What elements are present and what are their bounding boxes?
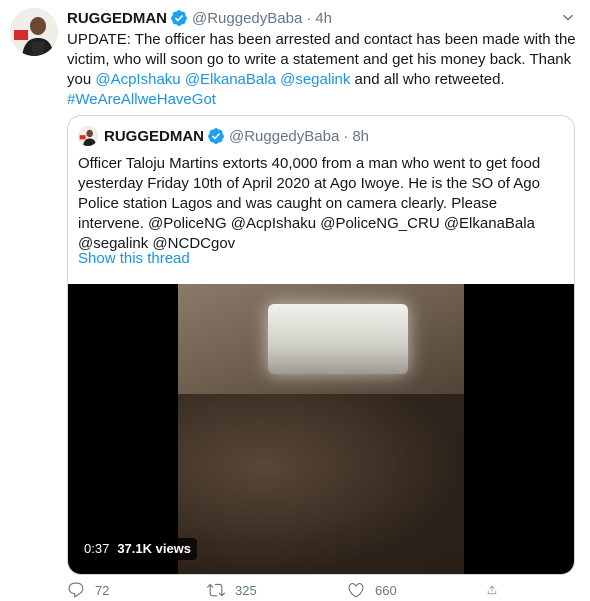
video-stats-badge: 0:37 37.1K views [78,538,198,560]
verified-badge-icon [170,9,188,27]
separator: · [306,9,312,27]
retweet-icon [207,583,225,597]
reply-icon [68,582,84,598]
tweet[interactable]: RUGGEDMAN @RuggedyBaba · 4h UPDATE: The … [0,0,590,601]
tweet-time[interactable]: 4h [315,10,332,27]
reply-button[interactable]: 72 [67,581,207,599]
quoted-tweet-text: Officer Taloju Martins extorts 40,000 fr… [78,155,541,252]
like-icon [348,583,364,598]
quoted-author-avatar [78,126,98,146]
quoted-author-name: RUGGEDMAN [104,127,204,145]
video-frame [178,284,464,574]
tweet-text: UPDATE: The officer has been arrested an… [67,30,577,110]
reply-count: 72 [95,582,110,598]
quoted-tweet-header: RUGGEDMAN @RuggedyBaba · 8h [78,126,369,146]
like-button[interactable]: 660 [347,581,487,599]
share-button[interactable] [487,581,507,599]
tweet-header: RUGGEDMAN @RuggedyBaba · 4h [67,8,332,28]
retweet-count: 325 [235,582,257,598]
mention-link[interactable]: @ElkanaBala [185,71,276,88]
video-views: 37.1K views [117,541,192,556]
retweet-button[interactable]: 325 [207,581,347,599]
separator: · [343,127,349,145]
verified-badge-icon [207,127,225,145]
share-icon [487,585,497,595]
video-highlight [268,304,408,374]
author-name[interactable]: RUGGEDMAN [67,10,167,27]
hashtag-link[interactable]: #WeAreAllweHaveGot [67,91,216,108]
author-handle[interactable]: @RuggedyBaba [192,10,302,27]
video-shadow [178,394,464,574]
tweet-actions: 72 325 660 [67,580,507,600]
author-avatar[interactable] [10,8,58,56]
like-count: 660 [375,582,397,598]
mention-link[interactable]: @AcpIshaku [95,71,180,88]
video-duration: 0:37 [84,541,110,556]
tweet-text-part: and all who retweeted. [350,71,505,88]
mention-link[interactable]: @segalink [280,71,350,88]
quoted-tweet-time: 8h [352,127,369,145]
video-player[interactable]: 0:37 37.1K views [68,284,574,574]
show-thread-link[interactable]: Show this thread [78,250,190,267]
quoted-author-handle: @RuggedyBaba [229,127,340,145]
quoted-tweet[interactable]: RUGGEDMAN @RuggedyBaba · 8h Officer Talo… [67,115,575,575]
chevron-down-icon[interactable] [560,10,576,26]
